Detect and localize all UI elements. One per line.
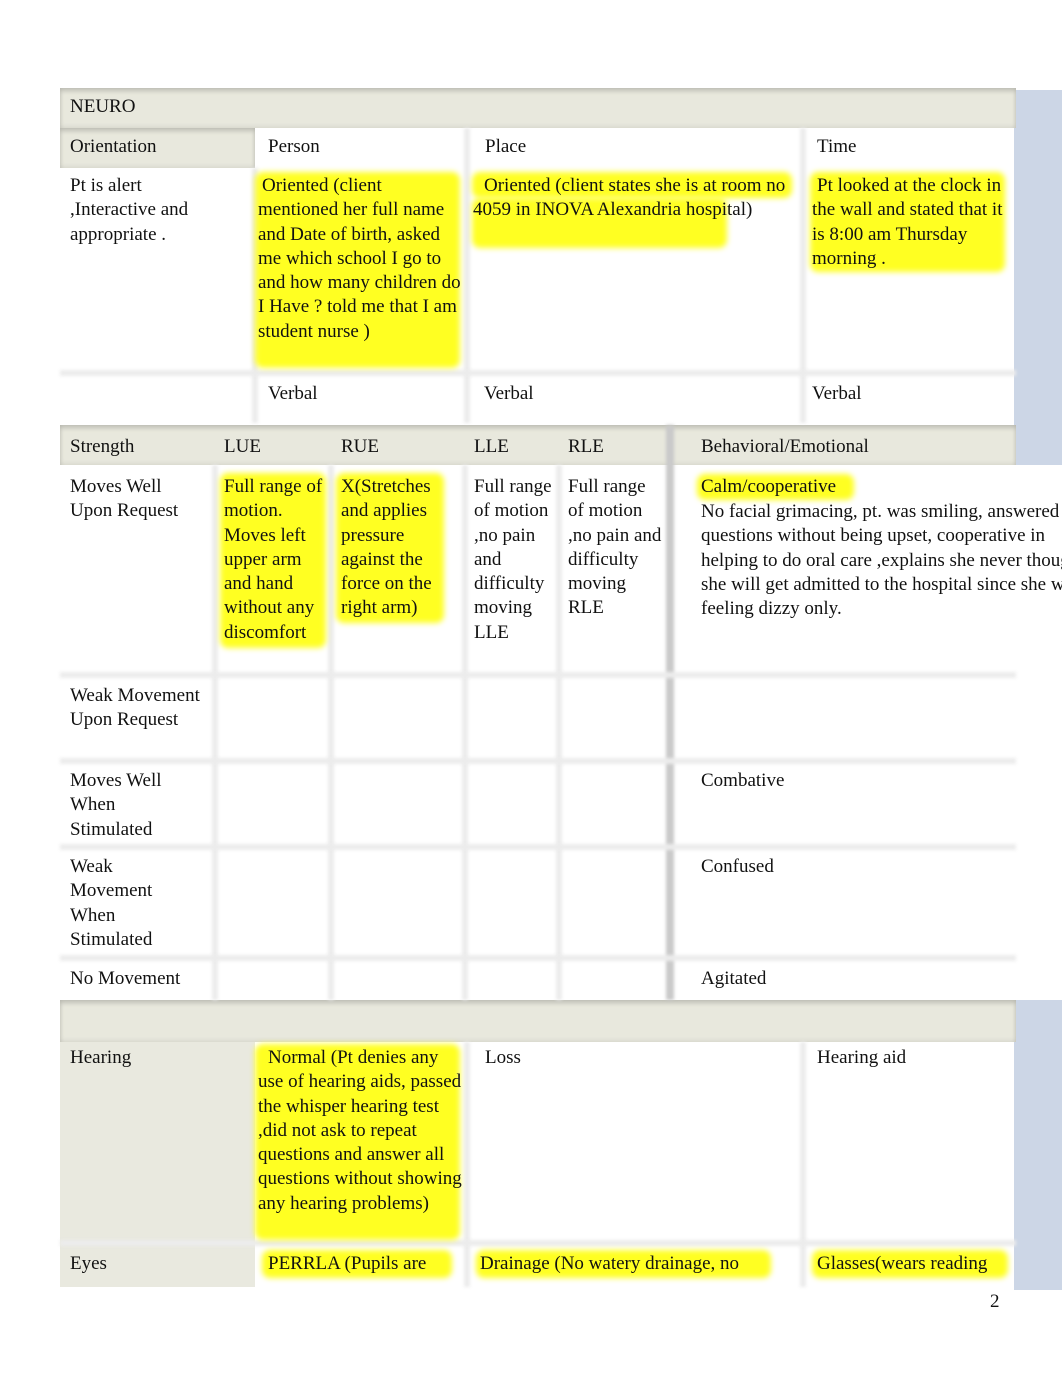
- strength-label: Strength: [70, 436, 135, 457]
- orientation-col-place: Place: [485, 136, 527, 157]
- grid-line: [800, 1042, 806, 1287]
- row-label: Moves Well Upon Request: [70, 476, 179, 522]
- strength-header-band: [60, 425, 1016, 465]
- verbal-place: Verbal: [484, 383, 534, 404]
- eyes-drainage: Drainage (No watery drainage, no: [480, 1253, 740, 1274]
- behavioral-note: No facial grimacing, pt. was smiling, an…: [701, 501, 1062, 620]
- margin-strip-top: [1014, 90, 1062, 465]
- rle-value: Full range of motion ,no pain and diffic…: [568, 476, 662, 619]
- eyes-label: Eyes: [70, 1253, 107, 1274]
- grid-line: [462, 465, 468, 1000]
- grid-line: [60, 370, 1016, 376]
- row-label: Weak Movement Upon Request: [70, 685, 200, 731]
- grid-line: [60, 758, 1016, 764]
- sensory-label-column: [60, 1042, 255, 1287]
- row-label: No Movement: [70, 968, 181, 989]
- behavioral-option: Agitated: [701, 968, 767, 989]
- grid-line: [60, 1240, 1016, 1246]
- behavioral-option: Combative: [701, 770, 785, 791]
- grid-line: [212, 465, 218, 1000]
- behavioral-option: Confused: [701, 856, 774, 877]
- strength-col-lle: LLE: [474, 436, 509, 457]
- grid-line: [666, 425, 674, 1000]
- row-label: Moves Well When Stimulated: [70, 770, 162, 840]
- hearing-normal: Normal (Pt denies any use of hearing aid…: [258, 1047, 462, 1214]
- lue-value: Full range of motion. Moves left upper a…: [224, 476, 323, 643]
- eyes-perrla: PERRLA (Pupils are: [268, 1253, 427, 1274]
- strength-col-lue: LUE: [224, 436, 261, 457]
- behavioral-value: Calm/cooperative: [701, 476, 837, 497]
- orientation-label: Orientation: [70, 136, 157, 157]
- strength-col-rle: RLE: [568, 436, 604, 457]
- rue-value: X(Stretches and applies pressure against…: [341, 476, 432, 619]
- grid-line: [464, 1042, 470, 1287]
- behavioral-label: Behavioral/Emotional: [701, 436, 869, 457]
- margin-strip-bottom: [1014, 1000, 1062, 1290]
- strength-col-rue: RUE: [341, 436, 379, 457]
- hearing-label: Hearing: [70, 1047, 132, 1068]
- orientation-person-value: Oriented (client mentioned her full name…: [258, 175, 461, 342]
- verbal-time: Verbal: [812, 383, 862, 404]
- orientation-place-value: Oriented (client states she is at room n…: [473, 175, 786, 221]
- hearing-aid: Hearing aid: [817, 1047, 907, 1068]
- sensory-header-band: [60, 1000, 1016, 1042]
- page-number: 2: [990, 1291, 1000, 1312]
- grid-line: [800, 128, 806, 423]
- grid-line: [60, 672, 1016, 678]
- orientation-summary: Pt is alert ,Interactive and appropriate…: [70, 175, 189, 245]
- row-label: Weak Movement When Stimulated: [70, 856, 153, 950]
- hearing-loss: Loss: [485, 1047, 521, 1068]
- section-title: NEURO: [70, 96, 136, 117]
- grid-line: [328, 465, 334, 1000]
- grid-line: [464, 128, 470, 423]
- orientation-time-value: Pt looked at the clock in the wall and s…: [812, 175, 1003, 269]
- grid-line: [60, 955, 1016, 961]
- orientation-col-person: Person: [268, 136, 320, 157]
- lle-value: Full range of motion ,no pain and diffic…: [474, 476, 552, 643]
- verbal-person: Verbal: [268, 383, 318, 404]
- eyes-glasses: Glasses(wears reading: [817, 1253, 988, 1274]
- neuro-header-band: [60, 88, 1016, 128]
- grid-line: [60, 844, 1016, 850]
- orientation-col-time: Time: [817, 136, 857, 157]
